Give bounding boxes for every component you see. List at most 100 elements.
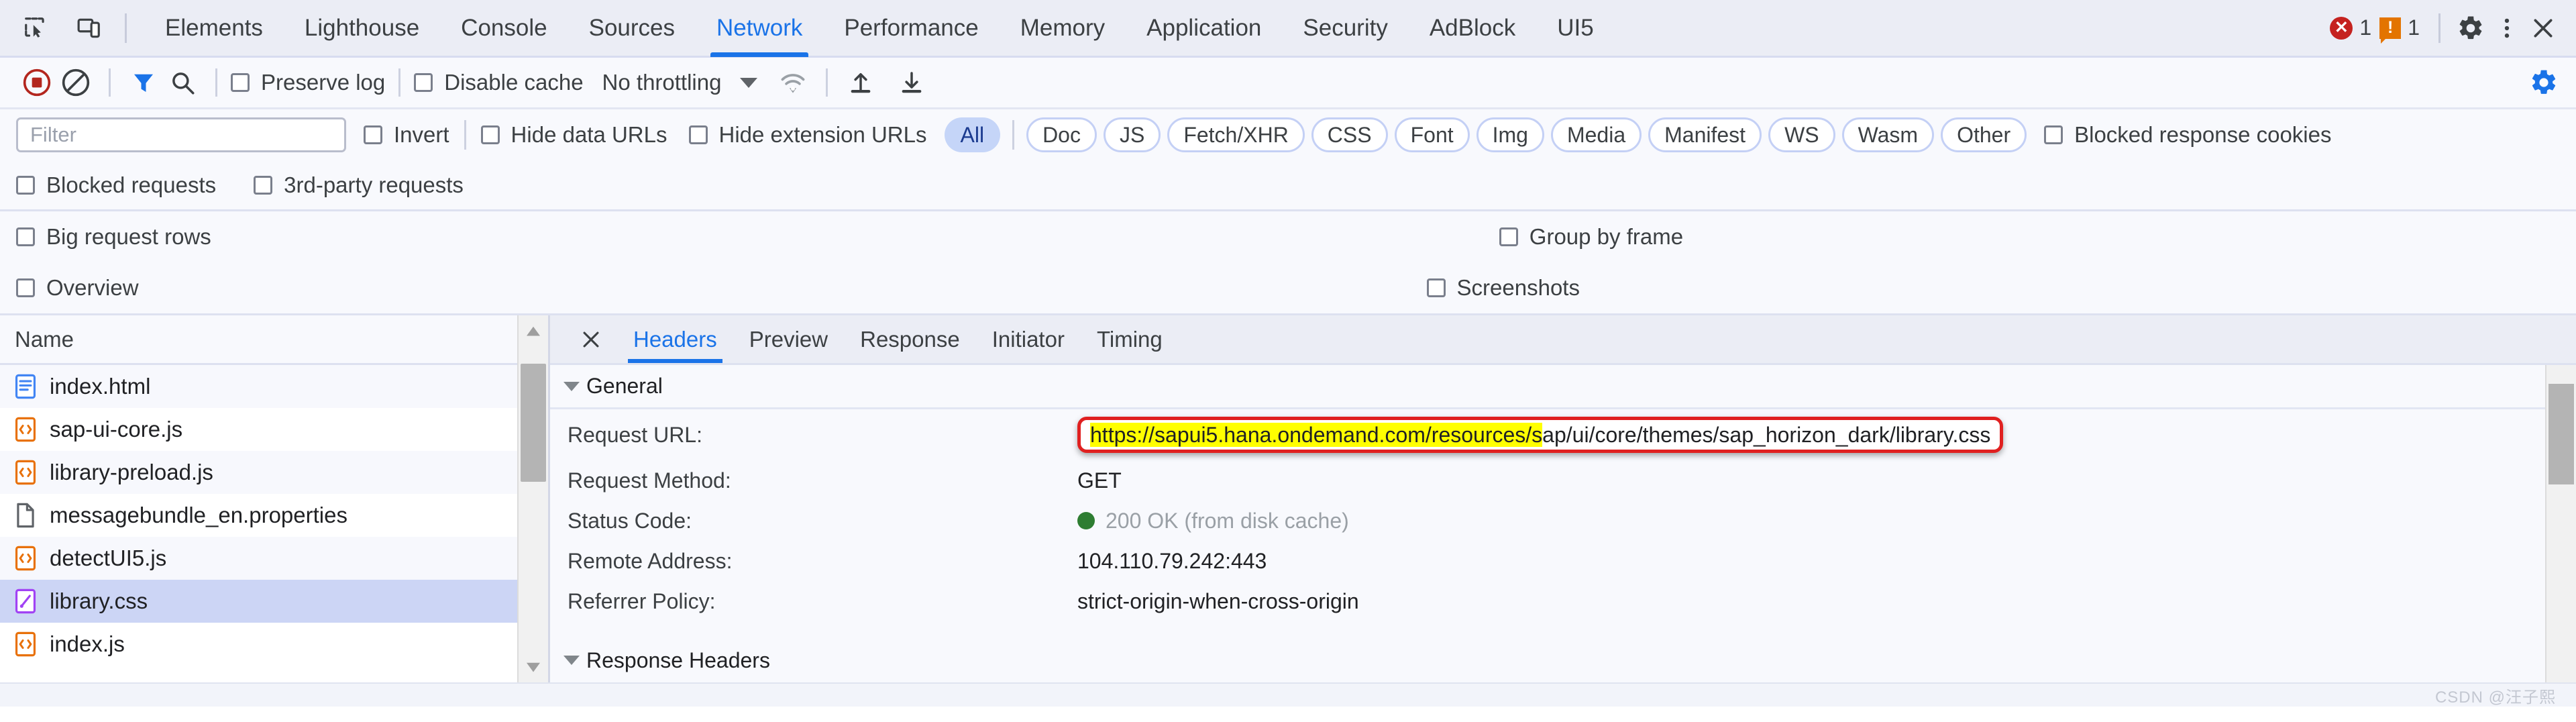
table-row[interactable]: index.js — [0, 623, 548, 666]
request-name: library-preload.js — [50, 460, 213, 484]
request-name: detectUI5.js — [50, 546, 167, 570]
detail-scrollbar[interactable] — [2545, 365, 2576, 682]
tab-performance[interactable]: Performance — [823, 0, 999, 57]
tab-memory[interactable]: Memory — [1000, 0, 1126, 57]
type-filter-other[interactable]: Other — [1941, 117, 2027, 152]
network-conditions-icon[interactable] — [773, 63, 812, 102]
request-detail-pane: Headers Preview Response Initiator Timin… — [550, 315, 2576, 682]
table-row-selected[interactable]: library.css — [0, 580, 548, 623]
request-list-header[interactable]: Name — [0, 315, 548, 365]
type-filter-fetch-xhr[interactable]: Fetch/XHR — [1167, 117, 1305, 152]
search-icon[interactable] — [163, 63, 202, 102]
clear-icon[interactable] — [56, 63, 95, 102]
tab-adblock[interactable]: AdBlock — [1409, 0, 1536, 57]
headers-content: General Request URL: https://sapui5.hana… — [550, 365, 2576, 682]
export-har-icon[interactable] — [892, 63, 931, 102]
preserve-log-checkbox[interactable]: Preserve log — [231, 70, 385, 95]
table-row[interactable]: sap-ui-core.js — [0, 408, 548, 451]
big-request-rows-checkbox[interactable]: Big request rows — [16, 224, 211, 250]
tab-application[interactable]: Application — [1126, 0, 1282, 57]
third-party-requests-label: 3rd-party requests — [284, 172, 464, 197]
kebab-menu-icon[interactable] — [2489, 10, 2525, 46]
record-stop-icon[interactable] — [17, 63, 56, 102]
network-settings-gear-icon[interactable] — [2529, 68, 2559, 97]
tab-label: UI5 — [1557, 14, 1594, 41]
general-section-header[interactable]: General — [550, 365, 2576, 409]
request-options-row-1: Blocked requests 3rd-party requests — [0, 160, 2576, 211]
scroll-up-arrow-icon[interactable] — [523, 315, 543, 346]
hide-data-urls-checkbox[interactable]: Hide data URLs — [480, 122, 667, 148]
type-filter-font[interactable]: Font — [1394, 117, 1470, 152]
table-row[interactable]: index.html — [0, 365, 548, 408]
disable-cache-label: Disable cache — [444, 70, 584, 95]
toolbar-divider — [215, 68, 217, 97]
type-filter-media[interactable]: Media — [1550, 117, 1642, 152]
filter-funnel-icon[interactable] — [124, 63, 163, 102]
tab-console[interactable]: Console — [440, 0, 568, 57]
tab-sources[interactable]: Sources — [568, 0, 696, 57]
disable-cache-checkbox[interactable]: Disable cache — [414, 70, 584, 95]
devtools-tab-bar: Elements Lighthouse Console Sources Netw… — [0, 0, 2576, 58]
tab-timing[interactable]: Timing — [1081, 315, 1179, 363]
type-filter-all[interactable]: All — [944, 117, 1001, 152]
close-icon[interactable] — [565, 315, 617, 363]
error-icon: ✕ — [2330, 16, 2353, 40]
bottom-status-bar: CSDN @汪子熙 — [0, 682, 2576, 707]
invert-checkbox[interactable]: Invert — [364, 122, 449, 148]
screenshots-label: Screenshots — [1456, 275, 1580, 300]
warning-badge[interactable]: ! 1 — [2379, 15, 2420, 44]
response-headers-section-header[interactable]: Response Headers — [550, 638, 2576, 682]
blocked-response-cookies-checkbox[interactable]: Blocked response cookies — [2044, 122, 2332, 148]
overview-checkbox[interactable]: Overview — [16, 275, 139, 301]
tab-ui5[interactable]: UI5 — [1536, 0, 1614, 57]
type-filter-label: Font — [1410, 122, 1454, 147]
request-url-row: Request URL: https://sapui5.hana.ondeman… — [550, 409, 2576, 460]
blocked-requests-checkbox[interactable]: Blocked requests — [16, 172, 216, 198]
import-har-icon[interactable] — [841, 63, 880, 102]
filter-input[interactable]: Filter — [16, 117, 346, 152]
type-filter-js[interactable]: JS — [1103, 117, 1161, 152]
tab-security[interactable]: Security — [1282, 0, 1408, 57]
issue-badges[interactable]: ✕ 1 ! 1 — [2330, 15, 2420, 44]
type-filter-manifest[interactable]: Manifest — [1648, 117, 1762, 152]
group-by-frame-label: Group by frame — [1529, 224, 1684, 249]
table-row[interactable]: library-preload.js — [0, 451, 548, 494]
type-filter-wasm[interactable]: Wasm — [1841, 117, 1935, 152]
close-icon[interactable] — [2525, 10, 2561, 46]
hide-extension-urls-checkbox[interactable]: Hide extension URLs — [688, 122, 927, 148]
inspect-element-icon[interactable] — [17, 10, 54, 46]
error-badge[interactable]: ✕ 1 — [2330, 15, 2371, 40]
request-url-value[interactable]: https://sapui5.hana.ondemand.com/resourc… — [1077, 417, 2004, 453]
hide-extension-urls-label: Hide extension URLs — [718, 122, 927, 147]
type-filter-css[interactable]: CSS — [1311, 117, 1388, 152]
throttling-select[interactable]: No throttling — [602, 70, 758, 95]
checkbox-box — [1499, 227, 1518, 246]
tab-response[interactable]: Response — [844, 315, 976, 363]
gear-icon[interactable] — [2453, 10, 2489, 46]
scrollbar-thumb[interactable] — [2548, 384, 2574, 484]
tab-preview[interactable]: Preview — [733, 315, 844, 363]
request-name: index.html — [50, 374, 151, 399]
tab-headers[interactable]: Headers — [617, 315, 733, 363]
group-by-frame-checkbox[interactable]: Group by frame — [1499, 224, 1683, 250]
request-url-annotation-box: https://sapui5.hana.ondemand.com/resourc… — [1077, 417, 2004, 453]
request-list-scrollbar[interactable] — [517, 315, 548, 682]
status-code-key: Status Code: — [568, 508, 692, 533]
table-row[interactable]: messagebundle_en.properties — [0, 494, 548, 537]
scroll-down-arrow-icon[interactable] — [523, 652, 543, 682]
device-toolbar-icon[interactable] — [71, 10, 107, 46]
tab-network[interactable]: Network — [696, 0, 823, 57]
checkbox-box — [480, 125, 500, 144]
checkbox-box — [16, 227, 35, 246]
third-party-requests-checkbox[interactable]: 3rd-party requests — [254, 172, 464, 198]
type-filter-ws[interactable]: WS — [1768, 117, 1835, 152]
tab-elements[interactable]: Elements — [144, 0, 284, 57]
tab-lighthouse[interactable]: Lighthouse — [284, 0, 440, 57]
scrollbar-thumb[interactable] — [521, 364, 546, 482]
tab-initiator[interactable]: Initiator — [976, 315, 1081, 363]
table-row[interactable]: detectUI5.js — [0, 537, 548, 580]
type-filter-doc[interactable]: Doc — [1026, 117, 1097, 152]
type-filter-img[interactable]: Img — [1476, 117, 1544, 152]
status-code-value: 200 OK (from disk cache) — [1106, 508, 1349, 533]
screenshots-checkbox[interactable]: Screenshots — [1426, 275, 1580, 301]
